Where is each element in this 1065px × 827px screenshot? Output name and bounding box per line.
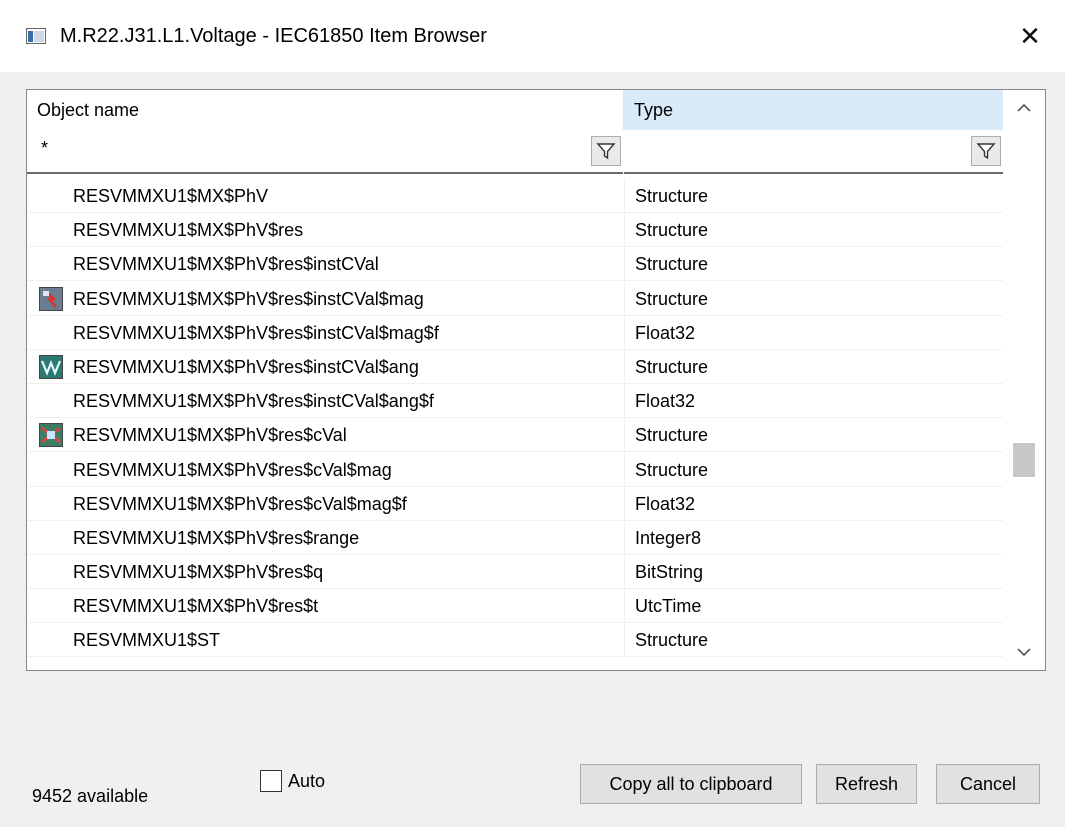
type-cell: Structure	[624, 452, 1003, 487]
type-cell: Structure	[624, 418, 1003, 453]
table-row[interactable]: RESVMMXU1$MX$PhV$res$instCVal Structure	[27, 247, 1003, 282]
object-name-cell: RESVMMXU1$MX$PhV$res$instCVal$ang$f	[27, 384, 623, 419]
table-row[interactable]: RESVMMXU1$MX$PhV$res$q BitString	[27, 555, 1003, 590]
object-name-cell: RESVMMXU1$MX$PhV$res$instCVal$ang	[27, 350, 623, 384]
object-name-cell: RESVMMXU1$MX$PhV$res$t	[27, 589, 623, 624]
filter-icon	[596, 143, 616, 160]
auto-checkbox[interactable]: Auto	[260, 770, 325, 792]
table-row[interactable]: RESVMMXU1$MX$PhV$res$instCVal$mag$f Float…	[27, 315, 1003, 350]
table-row[interactable]: RESVMMXU1$ST Structure	[27, 623, 1003, 658]
object-name-text: RESVMMXU1$MX$PhV$res$instCVal	[73, 254, 379, 275]
column-header-object-name[interactable]: Object name	[27, 90, 623, 130]
object-name-text: RESVMMXU1$MX$PhV$res$cVal$mag$f	[73, 493, 407, 514]
object-name-filter-button[interactable]	[591, 136, 621, 166]
type-cell: Float32	[624, 384, 1003, 419]
object-name-cell: RESVMMXU1$MX$PhV	[27, 179, 623, 213]
type-cell: Structure	[624, 281, 1003, 316]
type-cell: Integer8	[624, 520, 1003, 555]
column-header-type[interactable]: Type	[623, 90, 1003, 130]
scrollbar-thumb[interactable]	[1013, 443, 1035, 477]
object-name-text: RESVMMXU1$MX$PhV$res$instCVal$mag	[73, 288, 424, 309]
filter-row: *	[27, 130, 1003, 174]
table-row[interactable]: RESVMMXU1$MX$PhV$res$cVal Structure	[27, 418, 1003, 453]
object-name-text: RESVMMXU1$MX$PhV$res$cVal	[73, 425, 347, 446]
table-row[interactable]: RESVMMXU1$MX$PhV Structure	[27, 179, 1003, 213]
available-count: 9452 available	[32, 786, 149, 806]
copy-all-button[interactable]: Copy all to clipboard	[580, 764, 802, 804]
table-row[interactable]: RESVMMXU1$MX$PhV$res$instCVal$mag Structu…	[27, 281, 1003, 316]
type-cell: UtcTime	[624, 589, 1003, 624]
type-cell: Structure	[624, 179, 1003, 213]
object-name-filter-value: *	[41, 138, 49, 158]
type-filter-button[interactable]	[971, 136, 1001, 166]
scroll-down-icon[interactable]	[1003, 634, 1045, 670]
object-name-cell: RESVMMXU1$MX$PhV$res	[27, 213, 623, 248]
table-row[interactable]: RESVMMXU1$MX$PhV$res Structure	[27, 213, 1003, 248]
type-cell: Structure	[624, 247, 1003, 282]
table-row[interactable]: RESVMMXU1$MX$PhV$res$t UtcTime	[27, 589, 1003, 624]
window-title: M.R22.J31.L1.Voltage - IEC61850 Item Bro…	[60, 25, 487, 47]
table-row[interactable]: RESVMMXU1$MX$PhV$res$instCVal$ang Structu…	[27, 349, 1003, 384]
object-name-text: RESVMMXU1$MX$PhV$res$instCVal$ang$f	[73, 391, 434, 412]
object-name-cell: RESVMMXU1$MX$PhV$res$instCVal	[27, 247, 623, 282]
table-row[interactable]: RESVMMXU1$MX$PhV$res$instCVal$ang$f Float…	[27, 384, 1003, 419]
type-cell: Float32	[624, 315, 1003, 350]
title-bar[interactable]: M.R22.J31.L1.Voltage - IEC61850 Item Bro…	[0, 0, 1065, 72]
object-name-text: RESVMMXU1$MX$PhV	[73, 186, 269, 206]
app-icon	[26, 28, 46, 44]
item-list[interactable]: Object name Type * RESVMMXU1$MX$PhV Stru…	[26, 89, 1046, 671]
object-name-cell: RESVMMXU1$ST	[27, 623, 623, 658]
item-rows: RESVMMXU1$MX$PhV Structure RESVMMXU1$MX$Ph…	[27, 179, 1003, 658]
object-name-filter[interactable]: *	[27, 130, 623, 174]
auto-checkbox-box[interactable]	[260, 770, 282, 792]
table-row[interactable]: RESVMMXU1$MX$PhV$res$cVal$mag$f Float32	[27, 486, 1003, 521]
object-name-cell: RESVMMXU1$MX$PhV$res$cVal	[27, 418, 623, 453]
object-name-cell: RESVMMXU1$MX$PhV$res$instCVal$mag	[27, 282, 623, 316]
object-name-cell: RESVMMXU1$MX$PhV$res$cVal$mag	[27, 453, 623, 487]
mag-icon	[39, 286, 63, 311]
object-name-text: RESVMMXU1$MX$PhV$res$range	[73, 527, 360, 548]
object-name-cell: RESVMMXU1$MX$PhV$res$instCVal$mag$f	[27, 316, 623, 350]
close-icon[interactable]: ✕	[995, 0, 1065, 72]
object-name-text: RESVMMXU1$MX$PhV$res	[73, 220, 304, 241]
refresh-button[interactable]: Refresh	[816, 764, 917, 804]
object-name-text: RESVMMXU1$MX$PhV$res$cVal$mag	[73, 459, 392, 480]
object-name-cell: RESVMMXU1$MX$PhV$res$q	[27, 555, 623, 590]
object-name-text: RESVMMXU1$MX$PhV$res$t	[73, 596, 319, 617]
type-cell: Float32	[624, 486, 1003, 521]
object-name-text: RESVMMXU1$MX$PhV$res$instCVal$ang	[73, 356, 419, 377]
ang-icon	[39, 354, 63, 379]
vertical-scrollbar[interactable]	[1003, 90, 1045, 670]
table-row[interactable]: RESVMMXU1$MX$PhV$res$cVal$mag Structure	[27, 452, 1003, 487]
list-header: Object name Type	[27, 90, 1003, 130]
cval-icon	[39, 423, 63, 448]
type-filter[interactable]	[624, 130, 1003, 174]
object-name-cell: RESVMMXU1$MX$PhV$res$cVal$mag$f	[27, 487, 623, 521]
type-cell: Structure	[624, 213, 1003, 248]
type-cell: Structure	[624, 349, 1003, 384]
type-cell: BitString	[624, 555, 1003, 590]
filter-icon	[976, 143, 996, 160]
object-name-cell: RESVMMXU1$MX$PhV$res$range	[27, 521, 623, 555]
scroll-up-icon[interactable]	[1003, 90, 1045, 126]
auto-checkbox-label: Auto	[288, 770, 326, 791]
object-name-text: RESVMMXU1$MX$PhV$res$instCVal$mag$f	[73, 322, 439, 343]
object-name-text: RESVMMXU1$MX$PhV$res$q	[73, 562, 324, 583]
type-cell: Structure	[624, 623, 1003, 658]
item-browser-dialog: M.R22.J31.L1.Voltage - IEC61850 Item Bro…	[0, 0, 1065, 827]
cancel-button[interactable]: Cancel	[936, 764, 1040, 804]
object-name-text: RESVMMXU1$ST	[73, 630, 221, 651]
table-row[interactable]: RESVMMXU1$MX$PhV$res$range Integer8	[27, 520, 1003, 555]
